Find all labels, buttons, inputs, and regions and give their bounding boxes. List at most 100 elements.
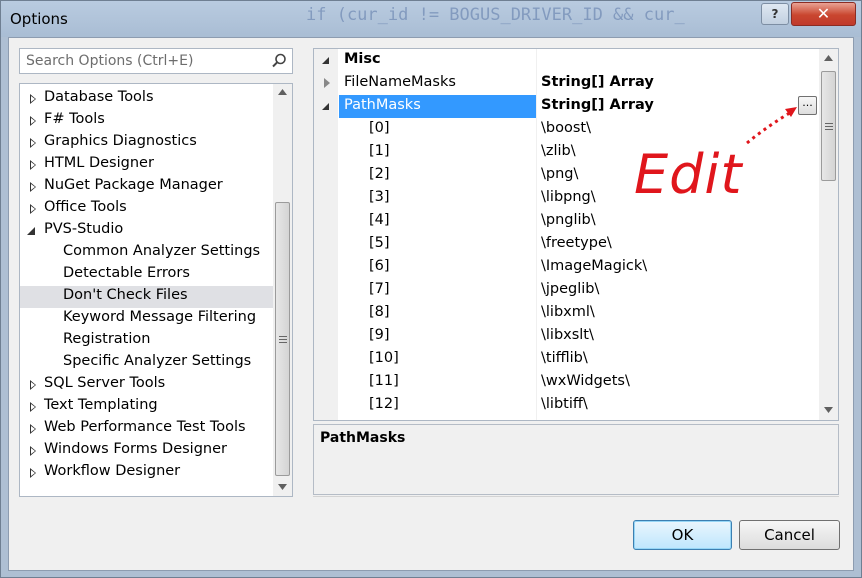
tree-item[interactable]: Registration	[20, 330, 273, 352]
tree-scroll-thumb[interactable]	[275, 202, 290, 476]
tree-item-label: SQL Server Tools	[44, 375, 166, 391]
expand-arrow-icon[interactable]	[30, 160, 36, 170]
tree-item[interactable]: Workflow Designer	[20, 462, 273, 484]
tree-item-label: Graphics Diagnostics	[44, 133, 197, 149]
property-row[interactable]: FileNameMasks String[] Array	[314, 72, 818, 95]
tree-scrollbar[interactable]	[273, 84, 292, 496]
entry-index: [5]	[369, 235, 390, 251]
expand-arrow-icon[interactable]	[30, 94, 36, 104]
tree-item[interactable]: NuGet Package Manager	[20, 176, 273, 198]
search-icon[interactable]	[270, 52, 288, 70]
array-entry-row[interactable]: [5] \freetype\	[314, 233, 818, 256]
entry-value[interactable]: \boost\	[541, 120, 591, 136]
tree-item[interactable]: PVS-Studio	[20, 220, 273, 242]
scroll-down-icon[interactable]	[278, 484, 287, 490]
cancel-button[interactable]: Cancel	[739, 520, 840, 550]
tree-item[interactable]: Common Analyzer Settings	[20, 242, 273, 264]
column-divider[interactable]	[536, 49, 537, 420]
collapse-arrow-icon[interactable]	[322, 103, 329, 110]
expand-arrow-icon[interactable]	[324, 78, 330, 88]
expand-arrow-icon[interactable]	[30, 204, 36, 214]
scroll-down-icon[interactable]	[824, 407, 833, 413]
tree-item[interactable]: Keyword Message Filtering	[20, 308, 273, 330]
entry-value[interactable]: \ImageMagick\	[541, 258, 647, 274]
entry-value[interactable]: \pnglib\	[541, 212, 596, 228]
expand-arrow-icon[interactable]	[30, 424, 36, 434]
expand-arrow-icon[interactable]	[30, 402, 36, 412]
entry-value[interactable]: \zlib\	[541, 143, 576, 159]
entry-index: [9]	[369, 327, 390, 343]
array-entry-row[interactable]: [11] \wxWidgets\	[314, 371, 818, 394]
tree-item-label: Don't Check Files	[63, 287, 188, 303]
array-entry-row[interactable]: [4] \pnglib\	[314, 210, 818, 233]
entry-index: [6]	[369, 258, 390, 274]
expand-arrow-icon[interactable]	[30, 138, 36, 148]
category-row[interactable]: Misc	[314, 49, 818, 72]
property-value[interactable]: String[] Array	[541, 97, 654, 113]
tree-item-label: Common Analyzer Settings	[63, 243, 261, 259]
property-name: FileNameMasks	[344, 74, 456, 90]
tree-item-label: PVS-Studio	[44, 221, 124, 237]
array-entry-row[interactable]: [9] \libxslt\	[314, 325, 818, 348]
grid-scroll-thumb[interactable]	[821, 71, 836, 181]
scroll-up-icon[interactable]	[278, 89, 287, 95]
tree-item[interactable]: Web Performance Test Tools	[20, 418, 273, 440]
tree-item[interactable]: Text Templating	[20, 396, 273, 418]
edit-annotation: Edit	[634, 143, 743, 206]
entry-index: [8]	[369, 304, 390, 320]
entry-value[interactable]: \libxslt\	[541, 327, 594, 343]
array-entry-row[interactable]: [7] \jpeglib\	[314, 279, 818, 302]
grid-scrollbar[interactable]	[819, 49, 838, 420]
entry-value[interactable]: \tifflib\	[541, 350, 588, 366]
tree-item[interactable]: Database Tools	[20, 88, 273, 110]
expand-arrow-icon[interactable]	[30, 468, 36, 478]
tree-item[interactable]: Graphics Diagnostics	[20, 132, 273, 154]
entry-value[interactable]: \wxWidgets\	[541, 373, 630, 389]
array-entry-row[interactable]: [10] \tifflib\	[314, 348, 818, 371]
tree-item[interactable]: HTML Designer	[20, 154, 273, 176]
collapse-arrow-icon[interactable]	[27, 227, 35, 235]
tree-item[interactable]: Don't Check Files	[20, 286, 273, 308]
property-value[interactable]: String[] Array	[541, 74, 654, 90]
title-bar[interactable]: Options if (cur_id != BOGUS_DRIVER_ID &&…	[1, 1, 861, 37]
tree-item[interactable]: Detectable Errors	[20, 264, 273, 286]
array-entry-row[interactable]: [6] \ImageMagick\	[314, 256, 818, 279]
tree-item[interactable]: F# Tools	[20, 110, 273, 132]
array-entry-row[interactable]: [8] \libxml\	[314, 302, 818, 325]
dialog-client-area: Search Options (Ctrl+E) Database Tools F#…	[8, 37, 854, 571]
entry-value[interactable]: \libxml\	[541, 304, 595, 320]
tree-item[interactable]: Office Tools	[20, 198, 273, 220]
entry-index: [0]	[369, 120, 390, 136]
scroll-up-icon[interactable]	[824, 55, 833, 61]
background-editor-code: if (cur_id != BOGUS_DRIVER_ID && cur_	[306, 5, 685, 25]
search-input[interactable]: Search Options (Ctrl+E)	[26, 53, 193, 69]
array-entry-row[interactable]: [12] \libtiff\	[314, 394, 818, 417]
tree-item[interactable]: Windows Forms Designer	[20, 440, 273, 462]
tree-item-label: HTML Designer	[44, 155, 154, 171]
entry-value[interactable]: \jpeglib\	[541, 281, 599, 297]
expand-arrow-icon[interactable]	[30, 380, 36, 390]
tree-item-label: Web Performance Test Tools	[44, 419, 246, 435]
help-button[interactable]: ?	[761, 3, 789, 25]
search-options-box[interactable]: Search Options (Ctrl+E)	[19, 48, 293, 74]
description-title: PathMasks	[320, 430, 406, 446]
close-button[interactable]: ✕	[791, 2, 856, 26]
entry-index: [4]	[369, 212, 390, 228]
entry-value[interactable]: \libtiff\	[541, 396, 588, 412]
expand-arrow-icon[interactable]	[30, 116, 36, 126]
entry-value[interactable]: \png\	[541, 166, 578, 182]
entry-value[interactable]: \libpng\	[541, 189, 596, 205]
tree-item-label: Workflow Designer	[44, 463, 181, 479]
collapse-arrow-icon[interactable]	[322, 57, 329, 64]
ok-button[interactable]: OK	[633, 520, 732, 550]
entry-value[interactable]: \freetype\	[541, 235, 612, 251]
tree-item-label: Specific Analyzer Settings	[63, 353, 252, 369]
dialog-title: Options	[10, 10, 68, 28]
tree-item[interactable]: Specific Analyzer Settings	[20, 352, 273, 374]
grip-icon	[278, 336, 287, 343]
expand-arrow-icon[interactable]	[30, 182, 36, 192]
tree-item[interactable]: SQL Server Tools	[20, 374, 273, 396]
entry-index: [7]	[369, 281, 390, 297]
tree-item-label: Office Tools	[44, 199, 127, 215]
expand-arrow-icon[interactable]	[30, 446, 36, 456]
